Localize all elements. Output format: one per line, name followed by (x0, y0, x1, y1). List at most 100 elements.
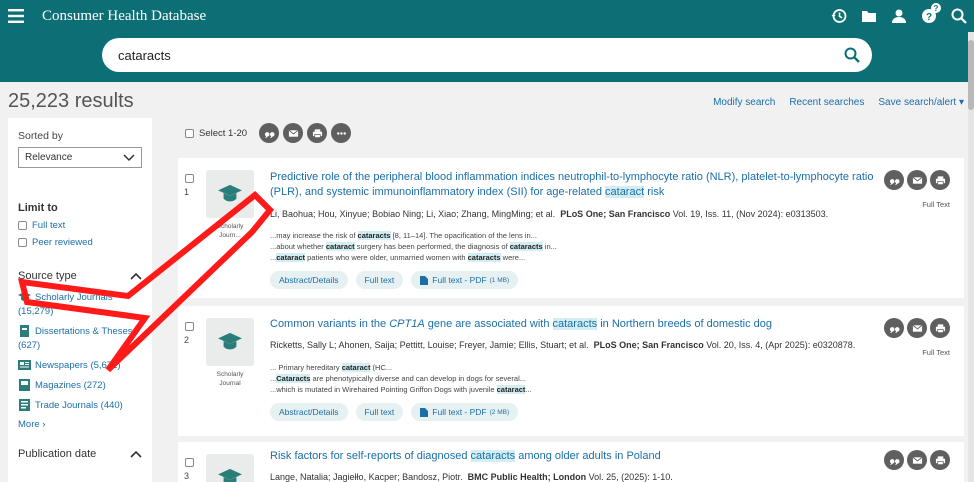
snippet-line: ...may increase the risk of cataracts [8… (270, 231, 537, 240)
cite-button[interactable] (259, 123, 280, 143)
brand-title[interactable]: Consumer Health Database (42, 8, 206, 25)
result-checkbox[interactable] (185, 174, 194, 183)
print-button[interactable] (307, 123, 328, 143)
cite-button[interactable] (884, 450, 904, 470)
source-newspapers[interactable]: Newspapers (5,671) (18, 358, 142, 373)
user-icon[interactable] (884, 0, 914, 32)
envelope-icon (288, 129, 298, 137)
source-scholarly-journals[interactable]: Scholarly Journals (18, 290, 142, 305)
result-byline: Ricketts, Sally L; Ahonen, Saija; Pettit… (270, 340, 855, 350)
more-actions-button[interactable] (331, 123, 352, 143)
source-dissertations[interactable]: Dissertations & Theses (18, 324, 142, 339)
citation: Vol. 25, (2025): 1-10. (588, 472, 673, 482)
cite-button[interactable] (884, 170, 904, 190)
sort-value: Relevance (25, 152, 73, 163)
abstract-details-button[interactable]: Abstract/Details (270, 403, 348, 421)
result-title[interactable]: Common variants in the CPT1A gene are as… (270, 317, 890, 332)
chevron-down-icon (123, 153, 135, 161)
results-count: 25,223 results (8, 90, 134, 112)
search-submit-button[interactable] (832, 38, 872, 72)
authors[interactable]: Lange, Natalia; Jagiełło, Kacper; Bandos… (270, 472, 463, 482)
select-all-checkbox[interactable] (185, 128, 194, 138)
full-text-pdf-button[interactable]: Full text - PDF (2 MB) (411, 403, 519, 421)
print-button[interactable] (930, 170, 950, 190)
select-all-label: Select 1-20 (199, 127, 248, 139)
source-label: Magazines (272) (35, 380, 106, 391)
recent-searches-link[interactable]: Recent searches (789, 97, 864, 108)
result-number: 2 (184, 335, 190, 345)
pdf-size: (2 MB) (489, 408, 510, 416)
result-thumbnail[interactable] (206, 318, 254, 366)
search-band (0, 32, 974, 82)
pdf-label: Full text - PDF (432, 275, 487, 285)
search-box (102, 38, 872, 72)
full-text-pdf-button[interactable]: Full text - PDF (1 MB) (411, 271, 519, 289)
printer-icon (935, 323, 945, 333)
pdf-label: Full text - PDF (432, 407, 487, 417)
journal-cap-icon (18, 292, 31, 301)
full-text-button[interactable]: Full text (355, 271, 404, 289)
snippet-line: ...about whether cataract surgery has be… (270, 242, 557, 251)
search-input[interactable] (118, 47, 832, 63)
save-search-alert-link[interactable]: Save search/alert ▾ (878, 97, 964, 108)
peer-reviewed-checkbox[interactable]: Peer reviewed (18, 237, 142, 248)
result-title[interactable]: Risk factors for self-reports of diagnos… (270, 449, 890, 464)
print-button[interactable] (930, 318, 950, 338)
magazine-icon (19, 379, 30, 391)
dissertation-icon (20, 325, 29, 337)
title-highlight: cataracts (552, 318, 598, 330)
result-checkbox[interactable] (185, 458, 194, 467)
result-number: 3 (184, 471, 190, 481)
full-text-button[interactable]: Full text (355, 403, 404, 421)
chevron-up-icon (130, 450, 142, 458)
more-dots-icon (336, 131, 346, 135)
title-highlight: cataracts (470, 450, 516, 462)
printer-icon (312, 128, 322, 138)
abstract-details-button[interactable]: Abstract/Details (270, 271, 348, 289)
source-magazines[interactable]: Magazines (272) (18, 378, 142, 393)
top-bar: Consumer Health Database ? ? (0, 0, 974, 32)
print-button[interactable] (930, 450, 950, 470)
sorted-by-label: Sorted by (18, 130, 63, 142)
publication-date-toggle[interactable]: Publication date (18, 448, 142, 460)
publication-source[interactable]: PLoS One; San Francisco (594, 340, 704, 350)
full-text-checkbox[interactable]: Full text (18, 220, 142, 231)
result-title[interactable]: Predictive role of the peripheral blood … (270, 170, 890, 200)
publication-date-heading: Publication date (18, 448, 97, 460)
source-trade-journals[interactable]: Trade Journals (440) (18, 398, 142, 413)
result-checkbox[interactable] (185, 322, 194, 331)
snippet-line: ...which is mutated in Wirehaired Pointi… (270, 385, 532, 394)
help-icon[interactable]: ? ? (914, 0, 944, 32)
snippet-line: ...Cataracts are phenotypically diverse … (270, 374, 526, 383)
result-actions: Abstract/Details Full text Full text - P… (270, 403, 519, 421)
email-button[interactable] (907, 318, 927, 338)
publication-source[interactable]: PLoS One; San Francisco (560, 209, 670, 219)
result-thumbnail[interactable] (206, 454, 254, 482)
scrollbar-thumb[interactable] (968, 40, 974, 110)
folder-icon[interactable] (854, 0, 884, 32)
history-icon[interactable] (824, 0, 854, 32)
menu-icon[interactable] (0, 0, 32, 32)
authors[interactable]: Li, Baohua; Hou, Xinyue; Bobiao Ning; Li… (270, 209, 555, 219)
printer-icon (935, 455, 945, 465)
sort-select[interactable]: Relevance (18, 147, 142, 168)
result-snippets: ... Primary hereditary cataract (HC... .… (270, 362, 532, 395)
search-icon[interactable] (944, 0, 974, 32)
more-sources-link[interactable]: More › (18, 419, 142, 430)
source-type-toggle[interactable]: Source type (18, 270, 142, 282)
source-count: (15,279) (18, 306, 54, 317)
title-text: risk (644, 186, 665, 198)
email-button[interactable] (283, 123, 304, 143)
publication-source[interactable]: BMC Public Health; London (468, 472, 587, 482)
authors[interactable]: Ricketts, Sally L; Ahonen, Saija; Pettit… (270, 340, 589, 350)
email-button[interactable] (907, 450, 927, 470)
result-thumbnail[interactable] (206, 170, 254, 218)
title-text: among older adults in Poland (515, 450, 661, 462)
source-label: Scholarly Journals (35, 292, 113, 303)
title-text: Predictive role of the peripheral blood … (270, 171, 874, 198)
email-button[interactable] (907, 170, 927, 190)
modify-search-link[interactable]: Modify search (713, 97, 775, 108)
quote-icon (889, 178, 900, 185)
magnifier-icon (844, 47, 860, 63)
cite-button[interactable] (884, 318, 904, 338)
